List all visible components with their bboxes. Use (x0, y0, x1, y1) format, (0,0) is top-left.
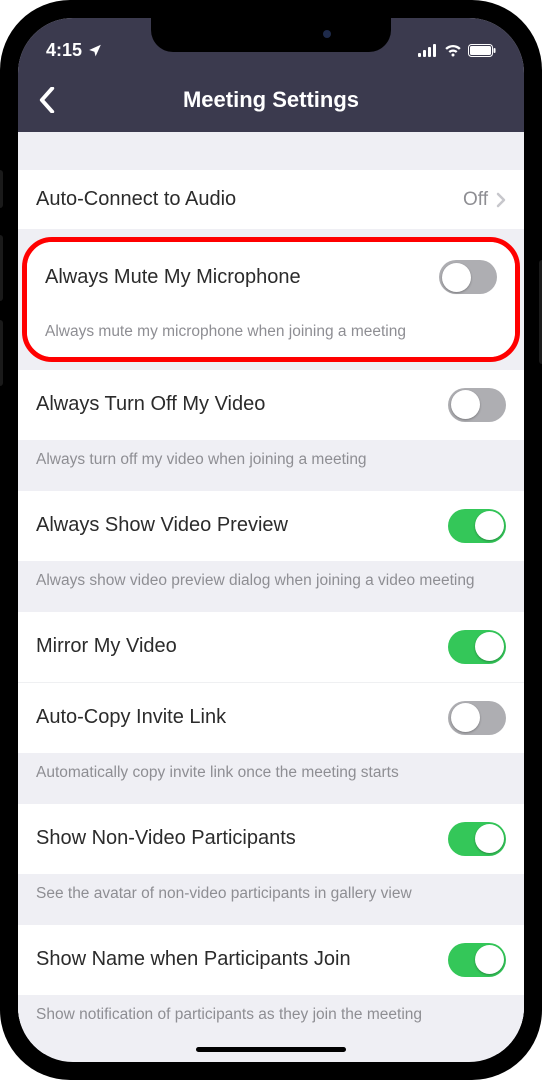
row-footer: Always turn off my video when joining a … (18, 440, 524, 491)
page-title: Meeting Settings (183, 87, 359, 113)
row-auto-copy-link[interactable]: Auto-Copy Invite Link (18, 683, 524, 753)
row-title: Always Mute My Microphone (45, 266, 439, 289)
row-title: Always Turn Off My Video (36, 393, 448, 416)
row-footer: Show notification of participants as the… (18, 995, 524, 1054)
row-title: Auto-Connect to Audio (36, 188, 463, 211)
toggle-turn-off-video[interactable] (448, 388, 506, 422)
camera-dot (323, 30, 331, 38)
row-title: Auto-Copy Invite Link (36, 706, 448, 729)
nav-bar: Meeting Settings (18, 68, 524, 132)
volume-down-button (0, 320, 3, 386)
screen: 4:15 (18, 18, 524, 1062)
row-footer: See the avatar of non-video participants… (18, 874, 524, 925)
row-title: Show Non-Video Participants (36, 827, 448, 850)
row-title: Mirror My Video (36, 635, 448, 658)
row-show-video-preview[interactable]: Always Show Video Preview (18, 491, 524, 561)
phone-frame: 4:15 (0, 0, 542, 1080)
battery-icon (468, 44, 496, 57)
back-button[interactable] (32, 85, 62, 115)
row-title: Show Name when Participants Join (36, 948, 448, 971)
toggle-mirror-video[interactable] (448, 630, 506, 664)
row-show-non-video-participants[interactable]: Show Non-Video Participants (18, 804, 524, 874)
row-auto-connect-audio[interactable]: Auto-Connect to Audio Off (18, 170, 524, 229)
toggle-show-name-on-join[interactable] (448, 943, 506, 977)
silence-switch (0, 170, 3, 208)
cellular-signal-icon (418, 44, 438, 57)
toggle-show-non-video-participants[interactable] (448, 822, 506, 856)
toggle-mute-microphone[interactable] (439, 260, 497, 294)
notch (151, 18, 391, 52)
row-title: Always Show Video Preview (36, 514, 448, 537)
settings-list: Auto-Connect to Audio Off Always Mute My… (18, 132, 524, 1054)
home-indicator[interactable] (196, 1047, 346, 1052)
status-time: 4:15 (46, 40, 82, 61)
volume-up-button (0, 235, 3, 301)
row-mirror-video[interactable]: Mirror My Video (18, 612, 524, 683)
toggle-auto-copy-link[interactable] (448, 701, 506, 735)
toggle-show-video-preview[interactable] (448, 509, 506, 543)
row-mute-microphone[interactable]: Always Mute My Microphone (27, 242, 515, 312)
row-footer: Automatically copy invite link once the … (18, 753, 524, 804)
row-value: Off (463, 189, 488, 211)
location-arrow-icon (88, 43, 102, 57)
chevron-right-icon (496, 192, 506, 208)
row-show-name-on-join[interactable]: Show Name when Participants Join (18, 925, 524, 995)
row-turn-off-video[interactable]: Always Turn Off My Video (18, 370, 524, 440)
highlight-annotation: Always Mute My Microphone Always mute my… (22, 237, 520, 362)
row-footer: Always mute my microphone when joining a… (27, 312, 515, 357)
wifi-icon (444, 44, 462, 57)
row-footer: Always show video preview dialog when jo… (18, 561, 524, 612)
